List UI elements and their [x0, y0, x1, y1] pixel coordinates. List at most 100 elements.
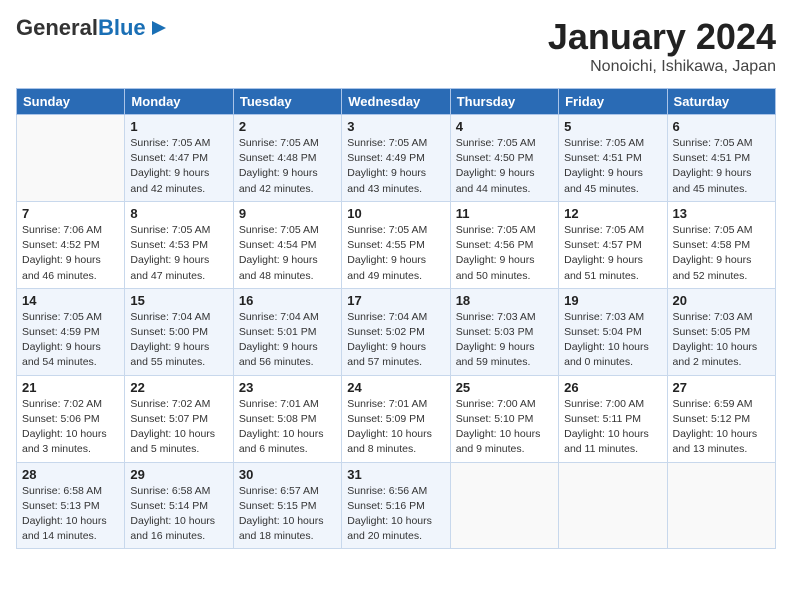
calendar-cell: 20 Sunrise: 7:03 AM Sunset: 5:05 PM Dayli… [667, 288, 775, 375]
calendar-table: SundayMondayTuesdayWednesdayThursdayFrid… [16, 88, 776, 549]
day-number: 16 [239, 293, 336, 308]
day-info: Sunrise: 7:04 AM Sunset: 5:02 PM Dayligh… [347, 310, 444, 371]
day-info: Sunrise: 7:05 AM Sunset: 4:51 PM Dayligh… [673, 136, 770, 197]
calendar-cell: 25Sunrise: 7:00 AM Sunset: 5:10 PM Dayli… [450, 375, 558, 462]
calendar-cell: 2Sunrise: 7:05 AM Sunset: 4:48 PM Daylig… [233, 115, 341, 202]
calendar-cell: 21 Sunrise: 7:02 AM Sunset: 5:06 PM Dayli… [17, 375, 125, 462]
day-info: Sunrise: 7:01 AM Sunset: 5:08 PM Dayligh… [239, 397, 336, 458]
day-info: Sunrise: 7:05 AM Sunset: 4:53 PM Dayligh… [130, 223, 227, 284]
day-number: 5 [564, 119, 661, 134]
day-info: Sunrise: 6:57 AM Sunset: 5:15 PM Dayligh… [239, 484, 336, 545]
calendar-cell: 24 Sunrise: 7:01 AM Sunset: 5:09 PM Dayli… [342, 375, 450, 462]
day-info: Sunrise: 6:58 AM Sunset: 5:14 PM Dayligh… [130, 484, 227, 545]
calendar-cell: 30 Sunrise: 6:57 AM Sunset: 5:15 PM Dayli… [233, 462, 341, 549]
day-info: Sunrise: 6:56 AM Sunset: 5:16 PM Dayligh… [347, 484, 444, 545]
day-info: Sunrise: 7:05 AM Sunset: 4:56 PM Dayligh… [456, 223, 553, 284]
header-saturday: Saturday [667, 89, 775, 115]
header-wednesday: Wednesday [342, 89, 450, 115]
calendar-cell: 10 Sunrise: 7:05 AM Sunset: 4:55 PM Dayli… [342, 201, 450, 288]
day-info: Sunrise: 7:05 AM Sunset: 4:58 PM Dayligh… [673, 223, 770, 284]
day-number: 21 [22, 380, 119, 395]
day-number: 28 [22, 467, 119, 482]
day-number: 2 [239, 119, 336, 134]
calendar-cell: 27Sunrise: 6:59 AM Sunset: 5:12 PM Dayli… [667, 375, 775, 462]
day-info: Sunrise: 7:01 AM Sunset: 5:09 PM Dayligh… [347, 397, 444, 458]
day-info: Sunrise: 6:58 AM Sunset: 5:13 PM Dayligh… [22, 484, 119, 545]
calendar-cell: 1 Sunrise: 7:05 AM Sunset: 4:47 PM Daylig… [125, 115, 233, 202]
calendar-cell: 29 Sunrise: 6:58 AM Sunset: 5:14 PM Dayli… [125, 462, 233, 549]
day-number: 6 [673, 119, 770, 134]
calendar-cell: 18 Sunrise: 7:03 AM Sunset: 5:03 PM Dayli… [450, 288, 558, 375]
calendar-cell: 23 Sunrise: 7:01 AM Sunset: 5:08 PM Dayli… [233, 375, 341, 462]
calendar-cell: 31Sunrise: 6:56 AM Sunset: 5:16 PM Dayli… [342, 462, 450, 549]
calendar-cell [450, 462, 558, 549]
day-info: Sunrise: 7:05 AM Sunset: 4:54 PM Dayligh… [239, 223, 336, 284]
calendar-cell: 22 Sunrise: 7:02 AM Sunset: 5:07 PM Dayli… [125, 375, 233, 462]
calendar-cell: 8Sunrise: 7:05 AM Sunset: 4:53 PM Daylig… [125, 201, 233, 288]
calendar-cell: 16Sunrise: 7:04 AM Sunset: 5:01 PM Dayli… [233, 288, 341, 375]
logo-blue: Blue [98, 15, 146, 40]
day-number: 23 [239, 380, 336, 395]
page-title: January 2024 [548, 16, 776, 58]
day-number: 11 [456, 206, 553, 221]
header-friday: Friday [559, 89, 667, 115]
day-number: 22 [130, 380, 227, 395]
day-number: 7 [22, 206, 119, 221]
calendar-cell: 9 Sunrise: 7:05 AM Sunset: 4:54 PM Daylig… [233, 201, 341, 288]
day-number: 1 [130, 119, 227, 134]
day-number: 25 [456, 380, 553, 395]
day-number: 4 [456, 119, 553, 134]
day-info: Sunrise: 7:05 AM Sunset: 4:57 PM Dayligh… [564, 223, 661, 284]
day-number: 12 [564, 206, 661, 221]
day-number: 17 [347, 293, 444, 308]
calendar-cell: 13 Sunrise: 7:05 AM Sunset: 4:58 PM Dayli… [667, 201, 775, 288]
day-number: 15 [130, 293, 227, 308]
day-number: 18 [456, 293, 553, 308]
day-number: 14 [22, 293, 119, 308]
day-info: Sunrise: 7:04 AM Sunset: 5:00 PM Dayligh… [130, 310, 227, 371]
header-monday: Monday [125, 89, 233, 115]
calendar-header-row: SundayMondayTuesdayWednesdayThursdayFrid… [17, 89, 776, 115]
day-info: Sunrise: 7:05 AM Sunset: 4:49 PM Dayligh… [347, 136, 444, 197]
header-tuesday: Tuesday [233, 89, 341, 115]
page-subtitle: Nonoichi, Ishikawa, Japan [548, 58, 776, 76]
day-number: 9 [239, 206, 336, 221]
calendar-cell: 3 Sunrise: 7:05 AM Sunset: 4:49 PM Daylig… [342, 115, 450, 202]
day-info: Sunrise: 7:06 AM Sunset: 4:52 PM Dayligh… [22, 223, 119, 284]
calendar-week-2: 7 Sunrise: 7:06 AM Sunset: 4:52 PM Daylig… [17, 201, 776, 288]
day-info: Sunrise: 7:03 AM Sunset: 5:03 PM Dayligh… [456, 310, 553, 371]
calendar-cell: 12 Sunrise: 7:05 AM Sunset: 4:57 PM Dayli… [559, 201, 667, 288]
calendar-cell [17, 115, 125, 202]
day-info: Sunrise: 7:02 AM Sunset: 5:07 PM Dayligh… [130, 397, 227, 458]
calendar-cell [667, 462, 775, 549]
day-info: Sunrise: 7:05 AM Sunset: 4:55 PM Dayligh… [347, 223, 444, 284]
calendar-cell: 26Sunrise: 7:00 AM Sunset: 5:11 PM Dayli… [559, 375, 667, 462]
calendar-cell [559, 462, 667, 549]
day-info: Sunrise: 7:02 AM Sunset: 5:06 PM Dayligh… [22, 397, 119, 458]
day-info: Sunrise: 7:03 AM Sunset: 5:05 PM Dayligh… [673, 310, 770, 371]
logo: GeneralBlue [16, 16, 170, 40]
day-number: 24 [347, 380, 444, 395]
day-info: Sunrise: 7:05 AM Sunset: 4:51 PM Dayligh… [564, 136, 661, 197]
day-info: Sunrise: 7:05 AM Sunset: 4:50 PM Dayligh… [456, 136, 553, 197]
day-number: 3 [347, 119, 444, 134]
calendar-cell: 5 Sunrise: 7:05 AM Sunset: 4:51 PM Daylig… [559, 115, 667, 202]
calendar-cell: 19Sunrise: 7:03 AM Sunset: 5:04 PM Dayli… [559, 288, 667, 375]
day-number: 29 [130, 467, 227, 482]
day-number: 13 [673, 206, 770, 221]
header-thursday: Thursday [450, 89, 558, 115]
title-block: January 2024 Nonoichi, Ishikawa, Japan [548, 16, 776, 76]
day-number: 20 [673, 293, 770, 308]
day-info: Sunrise: 6:59 AM Sunset: 5:12 PM Dayligh… [673, 397, 770, 458]
day-number: 10 [347, 206, 444, 221]
calendar-cell: 11 Sunrise: 7:05 AM Sunset: 4:56 PM Dayli… [450, 201, 558, 288]
day-number: 26 [564, 380, 661, 395]
day-info: Sunrise: 7:05 AM Sunset: 4:47 PM Dayligh… [130, 136, 227, 197]
calendar-cell: 28 Sunrise: 6:58 AM Sunset: 5:13 PM Dayli… [17, 462, 125, 549]
calendar-cell: 14Sunrise: 7:05 AM Sunset: 4:59 PM Dayli… [17, 288, 125, 375]
page-header: GeneralBlue January 2024 Nonoichi, Ishik… [16, 16, 776, 76]
day-number: 30 [239, 467, 336, 482]
calendar-cell: 7 Sunrise: 7:06 AM Sunset: 4:52 PM Daylig… [17, 201, 125, 288]
logo-text: GeneralBlue [16, 16, 146, 40]
calendar-cell: 4 Sunrise: 7:05 AM Sunset: 4:50 PM Daylig… [450, 115, 558, 202]
